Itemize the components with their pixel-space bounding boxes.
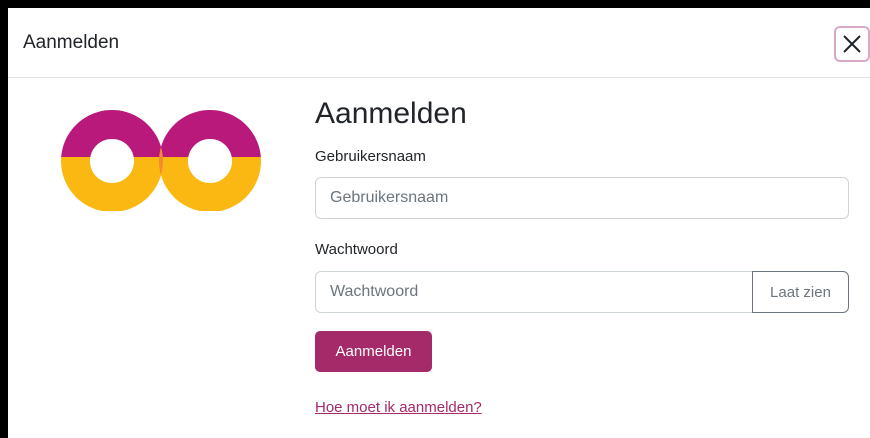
login-button[interactable]: Aanmelden bbox=[315, 331, 432, 372]
modal-header: Aanmelden bbox=[8, 8, 870, 78]
close-icon bbox=[842, 34, 862, 54]
password-input[interactable] bbox=[315, 271, 753, 313]
help-link[interactable]: Hoe moet ik aanmelden? bbox=[315, 399, 482, 416]
show-password-button[interactable]: Laat zien bbox=[752, 271, 849, 313]
password-label: Wachtwoord bbox=[315, 241, 398, 258]
modal-title: Aanmelden bbox=[23, 32, 120, 53]
close-button[interactable] bbox=[834, 26, 870, 62]
logo-icon bbox=[61, 107, 262, 212]
login-modal: Aanmelden Aanmelden Gebruikersnaam Gebru… bbox=[8, 8, 870, 438]
username-label: Gebruikersnaam bbox=[315, 148, 426, 165]
form-heading: Aanmelden bbox=[315, 97, 467, 130]
username-input[interactable] bbox=[315, 177, 849, 219]
